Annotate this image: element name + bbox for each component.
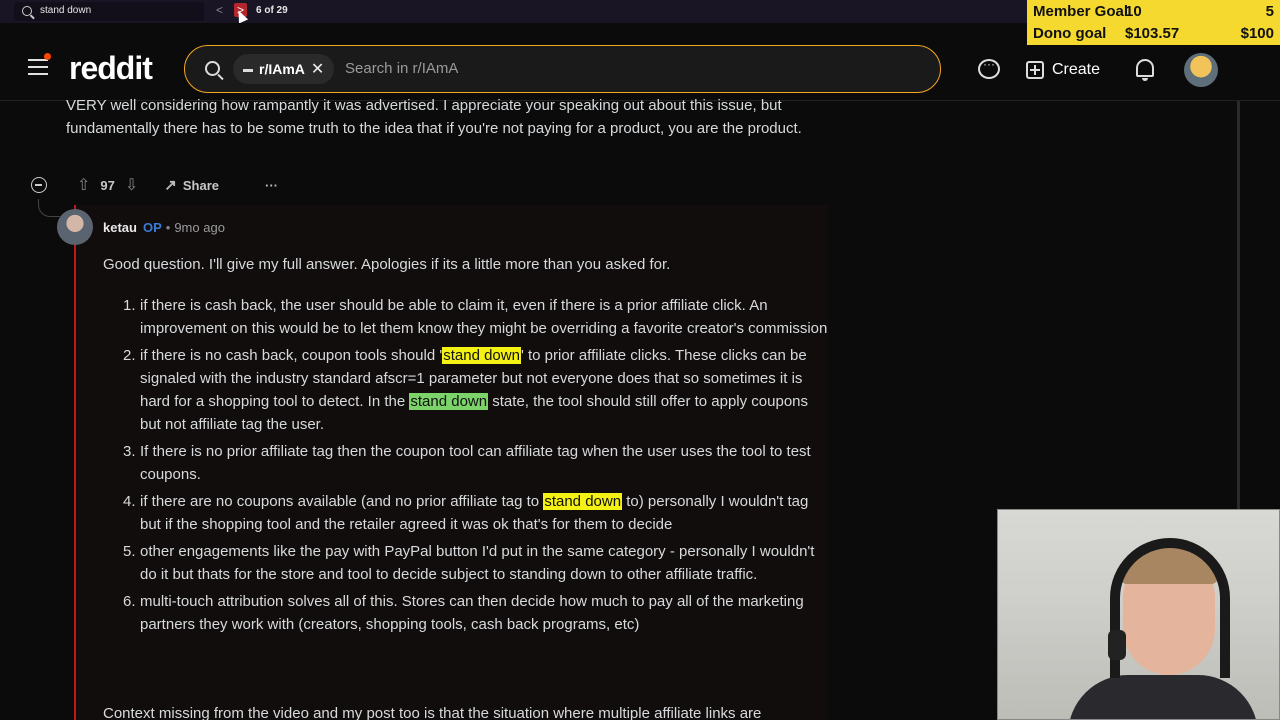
- search-icon: [205, 61, 220, 76]
- stream-goals-overlay: Member Goal 10 5 Dono goal $103.57 $100: [1027, 0, 1280, 45]
- share-icon: ↗: [164, 177, 177, 194]
- author-avatar[interactable]: [57, 209, 93, 245]
- more-options-button[interactable]: ···: [265, 178, 278, 193]
- dono-goal-row: Dono goal $103.57 $100: [1033, 22, 1274, 44]
- menu-icon[interactable]: [28, 53, 51, 75]
- search-bar[interactable]: ▬ r/IAmA ✕ Search in r/IAmA: [184, 45, 941, 93]
- comment-intro: Good question. I'll give my full answer.…: [103, 256, 671, 273]
- previous-comment-text: VERY well considering how rampantly it w…: [66, 97, 802, 137]
- webcam-overlay: [997, 509, 1280, 720]
- microphone-icon: [1108, 630, 1126, 660]
- list-number: 6.: [123, 593, 136, 610]
- member-goal-target: 5: [1265, 3, 1274, 20]
- list-item: 3. If there is no prior affiliate tag th…: [123, 440, 830, 486]
- create-label: Create: [1052, 61, 1101, 78]
- search-input[interactable]: Search in r/IAmA: [345, 60, 458, 77]
- list-item: 2. if there is no cash back, coupon tool…: [123, 344, 830, 436]
- current-search-highlight: stand down: [409, 393, 489, 410]
- member-goal-current: 10: [1125, 3, 1142, 20]
- notification-dot-icon: [44, 53, 51, 60]
- reddit-logo[interactable]: reddit: [69, 50, 153, 87]
- member-goal-row: Member Goal 10 5: [1033, 0, 1274, 22]
- comment-timestamp: 9mo ago: [174, 219, 225, 235]
- list-item-text: multi-touch attribution solves all of th…: [140, 593, 804, 633]
- headset-icon: [1110, 538, 1230, 678]
- comment-action-row: ⇧ 97 ⇩ ↗ Share ···: [30, 174, 278, 196]
- list-number: 4.: [123, 493, 136, 510]
- list-item: 6. multi-touch attribution solves all of…: [123, 590, 830, 636]
- comment-continuation-text: Context missing from the video and my po…: [103, 705, 762, 720]
- list-item: 4. if there are no coupons available (an…: [123, 490, 830, 536]
- separator-dot: •: [165, 219, 171, 235]
- comment-header: ketau OP • 9mo ago: [57, 209, 225, 245]
- search-highlight: stand down: [543, 493, 623, 510]
- subreddit-chip-label: r/IAmA: [259, 61, 305, 77]
- upvote-icon[interactable]: ⇧: [77, 175, 90, 195]
- member-goal-label: Member Goal: [1033, 3, 1129, 20]
- close-icon[interactable]: ✕: [311, 59, 324, 79]
- list-number: 1.: [123, 297, 136, 314]
- answer-list: 1. if there is cash back, the user shoul…: [123, 294, 830, 640]
- list-item-text: if there are no coupons available (and n…: [140, 493, 544, 510]
- search-highlight: stand down: [442, 347, 521, 364]
- create-button[interactable]: Create: [1026, 57, 1100, 83]
- dono-goal-target: $100: [1240, 25, 1274, 42]
- list-item-text: if there is cash back, the user should b…: [140, 297, 828, 337]
- streamer-shirt: [1068, 675, 1258, 719]
- list-item: 1. if there is cash back, the user shoul…: [123, 294, 830, 340]
- author-name[interactable]: ketau: [103, 220, 137, 235]
- list-item-text: If there is no prior affiliate tag then …: [140, 443, 811, 483]
- op-badge: OP: [142, 219, 162, 235]
- collapse-icon[interactable]: [31, 177, 47, 193]
- list-item-text: if there is no cash back, coupon tools s…: [140, 347, 443, 364]
- plus-icon: [1026, 61, 1044, 79]
- subreddit-icon: ▬: [243, 63, 253, 75]
- list-number: 2.: [123, 347, 136, 364]
- list-item: 5. other engagements like the pay with P…: [123, 540, 830, 586]
- find-query[interactable]: stand down: [40, 5, 91, 16]
- vote-count: 97: [100, 177, 115, 193]
- dono-goal-current: $103.57: [1125, 25, 1180, 42]
- share-label: Share: [182, 177, 219, 193]
- find-prev-button[interactable]: <: [216, 3, 223, 17]
- downvote-icon[interactable]: ⇩: [125, 175, 138, 195]
- search-icon: [22, 6, 32, 16]
- find-match-count: 6 of 29: [256, 5, 288, 16]
- find-input[interactable]: stand down: [14, 2, 204, 21]
- user-avatar[interactable]: [1184, 53, 1218, 87]
- share-button[interactable]: ↗ Share: [164, 176, 219, 194]
- list-number: 3.: [123, 443, 136, 460]
- list-number: 5.: [123, 543, 136, 560]
- chat-icon[interactable]: [978, 57, 1000, 79]
- dono-goal-label: Dono goal: [1033, 25, 1107, 42]
- subreddit-chip[interactable]: ▬ r/IAmA ✕: [233, 54, 335, 84]
- list-item-text: other engagements like the pay with PayP…: [140, 543, 815, 583]
- bell-icon[interactable]: [1136, 59, 1154, 81]
